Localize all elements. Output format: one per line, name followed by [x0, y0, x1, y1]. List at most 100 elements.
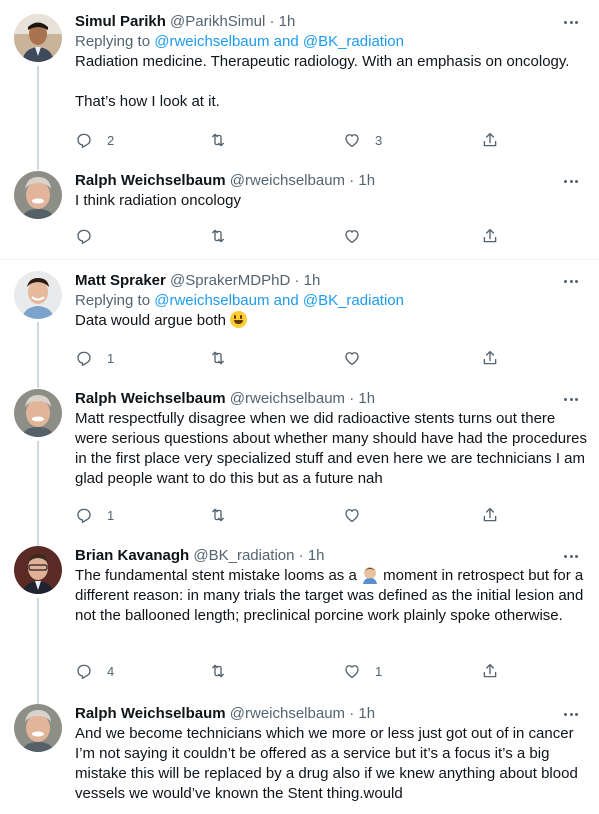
author-name[interactable]: Brian Kavanagh [75, 547, 189, 564]
tweet[interactable]: Ralph Weichselbaum @rweichselbaum · 1h M… [0, 381, 599, 549]
replying-to-link[interactable]: @rweichselbaum and @BK_radiation [154, 33, 404, 50]
author-name[interactable]: Ralph Weichselbaum [75, 705, 226, 722]
share-icon [483, 507, 497, 522]
author-handle[interactable]: @SprakerMDPhD [170, 272, 290, 289]
retweet-button[interactable] [209, 661, 227, 681]
share-icon [483, 350, 497, 365]
reply-icon [77, 508, 91, 523]
retweet-button[interactable] [209, 348, 227, 368]
tweet-text: I think radiation oncology [75, 192, 241, 209]
heart-icon [345, 230, 359, 244]
reply-count: 1 [107, 350, 115, 366]
timeline: Simul Parikh @ParikhSimul · 1h Replying … [0, 0, 599, 814]
retweet-button[interactable] [209, 130, 227, 150]
like-count: 1 [375, 663, 383, 679]
tweet-text-part: The fundamental stent mistake looms as a [75, 567, 361, 584]
replying-to: Replying to @rweichselbaum and @BK_radia… [75, 32, 587, 52]
author-name[interactable]: Simul Parikh [75, 13, 166, 30]
like-button[interactable] [343, 348, 361, 368]
man-facepalming-emoji [362, 567, 377, 584]
thread-line [37, 322, 39, 388]
avatar[interactable] [14, 171, 62, 219]
more-icon[interactable] [561, 546, 581, 566]
tweet[interactable]: Simul Parikh @ParikhSimul · 1h Replying … [0, 0, 599, 170]
timestamp[interactable]: 1h [304, 272, 321, 289]
author-handle[interactable]: @rweichselbaum [230, 172, 345, 189]
action-bar: 1 [75, 348, 497, 368]
share-button[interactable] [481, 226, 499, 246]
avatar[interactable] [14, 389, 62, 437]
replying-to-link[interactable]: @rweichselbaum and @BK_radiation [154, 292, 404, 309]
retweet-icon [212, 664, 224, 678]
tweet[interactable]: Brian Kavanagh @BK_radiation · 1h The fu… [0, 540, 599, 706]
reply-button[interactable]: 4 [75, 661, 114, 681]
author-handle[interactable]: @BK_radiation [193, 547, 294, 564]
share-button[interactable] [481, 348, 499, 368]
tweet-text: Radiation medicine. Therapeutic radiolog… [75, 53, 570, 110]
action-bar: 4 1 [75, 661, 497, 681]
more-icon[interactable] [561, 171, 581, 191]
reply-icon [77, 133, 91, 148]
more-icon[interactable] [561, 12, 581, 32]
separator: · [349, 172, 355, 189]
tweet[interactable]: Matt Spraker @SprakerMDPhD · 1h Replying… [0, 259, 599, 388]
share-button[interactable] [481, 505, 499, 525]
more-icon[interactable] [561, 389, 581, 409]
action-bar: 1 [75, 505, 497, 525]
retweet-button[interactable] [209, 505, 227, 525]
thread-line [37, 66, 39, 170]
share-button[interactable] [481, 661, 499, 681]
avatar[interactable] [14, 704, 62, 752]
like-button[interactable] [343, 505, 361, 525]
separator: · [349, 705, 355, 722]
reply-count: 4 [107, 663, 115, 679]
like-button[interactable] [343, 226, 361, 246]
reply-button[interactable]: 2 [75, 130, 114, 150]
share-icon [483, 132, 497, 147]
reply-button[interactable] [75, 226, 93, 246]
tweet-text: Matt respectfully disagree when we did r… [75, 410, 592, 487]
thread-line [37, 441, 39, 549]
share-icon [483, 663, 497, 678]
tweet[interactable]: Ralph Weichselbaum @rweichselbaum · 1h I… [0, 165, 599, 260]
replying-to: Replying to @rweichselbaum and @BK_radia… [75, 291, 587, 311]
retweet-icon [212, 351, 224, 365]
author-handle[interactable]: @rweichselbaum [230, 705, 345, 722]
avatar[interactable] [14, 271, 62, 319]
avatar[interactable] [14, 546, 62, 594]
tweet-text-body: Data would argue both [75, 312, 231, 329]
replying-prefix: Replying to [75, 292, 155, 309]
heart-icon [345, 134, 359, 148]
like-button[interactable]: 3 [343, 130, 382, 150]
author-handle[interactable]: @rweichselbaum [230, 390, 345, 407]
timestamp[interactable]: 1h [279, 13, 296, 30]
reply-button[interactable]: 1 [75, 348, 114, 368]
author-name[interactable]: Ralph Weichselbaum [75, 172, 226, 189]
separator: · [269, 13, 275, 30]
retweet-icon [212, 508, 224, 522]
share-button[interactable] [481, 130, 499, 150]
tweet[interactable]: Ralph Weichselbaum @rweichselbaum · 1h A… [0, 698, 599, 814]
like-button[interactable]: 1 [343, 661, 382, 681]
reply-button[interactable]: 1 [75, 505, 114, 525]
reply-icon [77, 229, 91, 244]
author-handle[interactable]: @ParikhSimul [170, 13, 265, 30]
tweet-text: Data would argue both [75, 311, 587, 331]
timestamp[interactable]: 1h [308, 547, 325, 564]
timestamp[interactable]: 1h [358, 172, 375, 189]
reply-icon [77, 351, 91, 366]
more-icon[interactable] [561, 271, 581, 291]
heart-icon [345, 665, 359, 679]
timestamp[interactable]: 1h [358, 390, 375, 407]
avatar[interactable] [14, 14, 62, 62]
author-name[interactable]: Matt Spraker [75, 272, 166, 289]
retweet-button[interactable] [209, 226, 227, 246]
retweet-icon [212, 133, 224, 147]
tweet-text: And we become technicians which we more … [75, 725, 582, 802]
timestamp[interactable]: 1h [358, 705, 375, 722]
heart-icon [345, 352, 359, 366]
tweet-text: The fundamental stent mistake looms as a… [75, 566, 587, 626]
more-icon[interactable] [561, 704, 581, 724]
action-bar: 2 3 [75, 130, 497, 150]
author-name[interactable]: Ralph Weichselbaum [75, 390, 226, 407]
